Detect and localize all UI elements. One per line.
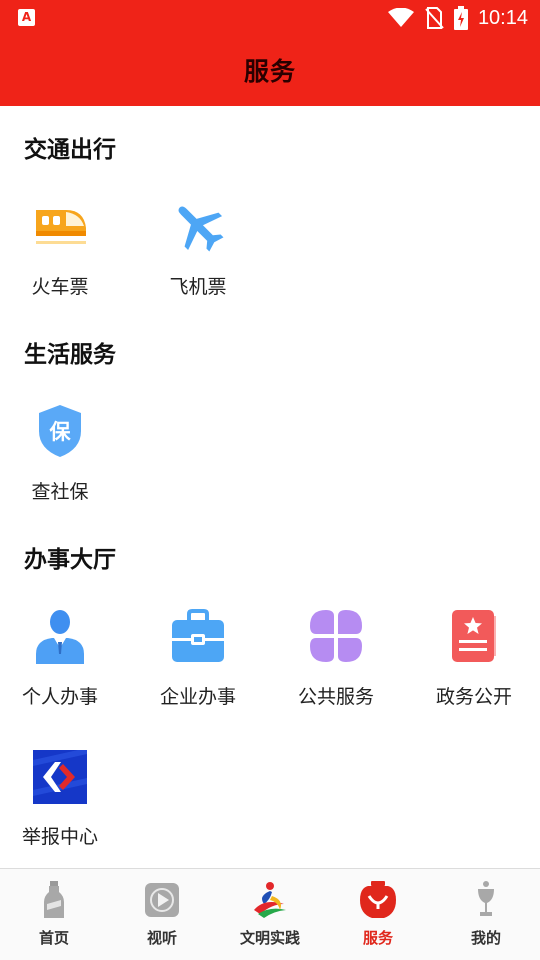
train-ticket-tile[interactable]: 火车票 <box>0 198 120 318</box>
personal-affairs-tile[interactable]: 个人办事 <box>0 608 120 728</box>
report-center-label: 举报中心 <box>21 826 98 848</box>
flight-ticket-tile[interactable]: 飞机票 <box>138 198 258 318</box>
public-services-tile[interactable]: 公共服务 <box>276 608 396 728</box>
nav-service[interactable]: 服务 <box>324 869 432 960</box>
nav-audiovisual[interactable]: 视听 <box>108 869 216 960</box>
enterprise-affairs-tile[interactable]: 企业办事 <box>138 608 258 728</box>
no-sim-icon <box>425 7 444 29</box>
svg-text:保: 保 <box>49 420 72 444</box>
clover-icon <box>310 610 362 662</box>
nav-home[interactable]: 首页 <box>0 869 108 960</box>
nav-mine[interactable]: 我的 <box>432 869 540 960</box>
app-notification-icon: A <box>18 9 35 26</box>
civilization-logo-icon <box>254 882 286 918</box>
status-time: 10:14 <box>477 6 528 29</box>
nav-service-label: 服务 <box>362 929 393 947</box>
bottom-nav: 首页 视听 文明实践 服务 我的 <box>0 869 540 960</box>
goblet-icon <box>478 881 494 916</box>
battery-charging-icon <box>453 6 468 30</box>
top-app-bar: A 10:14 服务 <box>0 0 540 106</box>
status-icons: 10:14 <box>387 5 528 31</box>
status-bar: A 10:14 <box>0 0 540 36</box>
play-icon <box>145 883 179 917</box>
report-center-tile[interactable]: 举报中心 <box>0 750 120 870</box>
train-ticket-label: 火车票 <box>31 276 89 298</box>
flight-ticket-label: 飞机票 <box>169 276 227 298</box>
service-lantern-icon <box>360 881 396 918</box>
social-security-tile[interactable]: 保 查社保 <box>0 403 120 523</box>
government-affairs-tile[interactable]: 政务公开 <box>414 608 534 728</box>
train-icon <box>36 210 86 244</box>
nav-civilization-practice[interactable]: 文明实践 <box>216 869 324 960</box>
nav-home-label: 首页 <box>38 929 69 947</box>
airplane-icon <box>178 206 224 252</box>
government-affairs-label: 政务公开 <box>435 686 512 708</box>
bottle-icon <box>44 881 64 918</box>
social-security-label: 查社保 <box>31 481 89 503</box>
nav-audiovisual-label: 视听 <box>146 929 177 947</box>
enterprise-affairs-label: 企业办事 <box>159 686 236 708</box>
personal-affairs-label: 个人办事 <box>21 686 98 708</box>
section-title-life-services: 生活服务 <box>24 342 116 368</box>
social-security-shield-icon: 保 <box>39 405 81 457</box>
notebook-star-icon <box>452 610 496 662</box>
public-services-label: 公共服务 <box>297 686 374 708</box>
nav-mine-label: 我的 <box>470 929 501 947</box>
report-center-logo-icon <box>33 750 87 804</box>
page-title: 服务 <box>243 57 296 86</box>
section-title-service-hall: 办事大厅 <box>24 547 116 573</box>
person-icon <box>36 610 84 664</box>
wifi-icon <box>387 8 414 27</box>
section-title-transport: 交通出行 <box>24 137 116 163</box>
briefcase-icon <box>172 609 224 662</box>
nav-civilization-practice-label: 文明实践 <box>239 929 300 947</box>
